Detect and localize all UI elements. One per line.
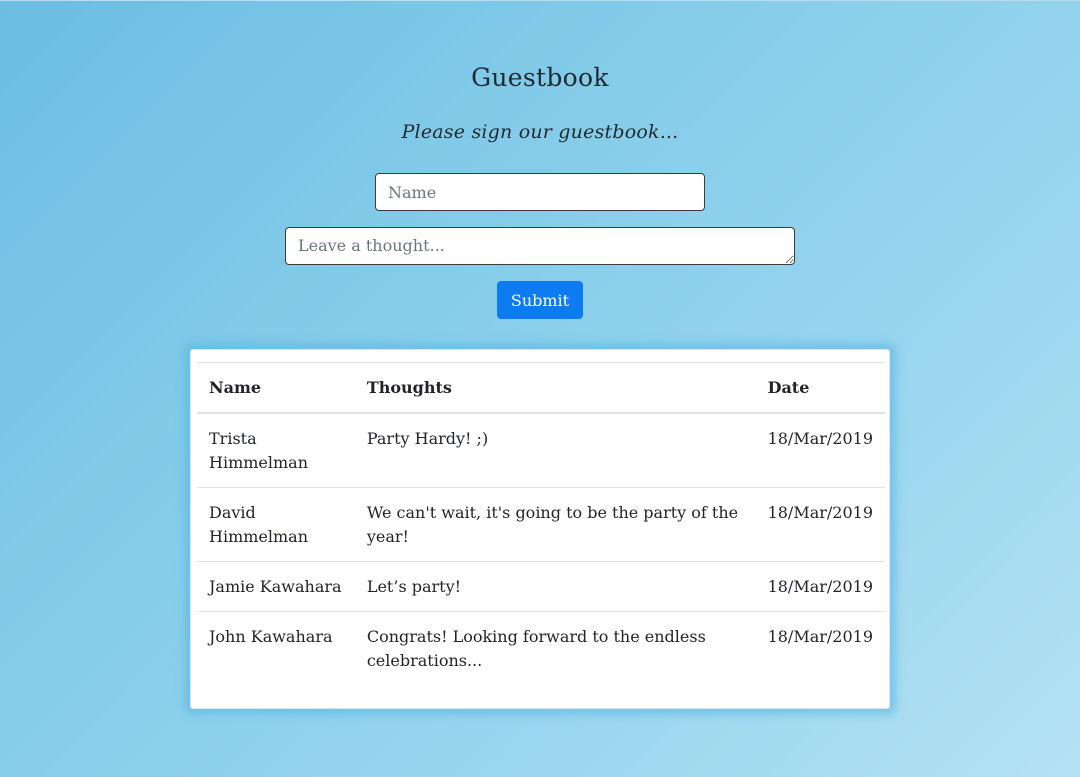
table-row: John Kawahara Congrats! Looking forward … xyxy=(197,611,885,686)
entry-date: 18/Mar/2019 xyxy=(767,577,873,596)
page-title: Guestbook xyxy=(471,63,609,92)
entry-date: 18/Mar/2019 xyxy=(767,503,873,522)
top-border xyxy=(0,0,1080,1)
guestbook-entries-card: Name Thoughts Date Trista Himmelman Part… xyxy=(190,349,890,709)
table-body: Trista Himmelman Party Hardy! ;) 18/Mar/… xyxy=(197,413,885,685)
table-row: David Himmelman We can't wait, it's goin… xyxy=(197,487,885,562)
entry-thought: We can't wait, it's going to be the part… xyxy=(366,503,739,546)
entry-name: David Himmelman xyxy=(209,503,309,546)
thought-textarea[interactable] xyxy=(285,227,795,265)
header-name: Name xyxy=(209,378,262,397)
header-thoughts: Thoughts xyxy=(366,378,452,397)
table-row: Trista Himmelman Party Hardy! ;) 18/Mar/… xyxy=(197,413,885,488)
table-row: Jamie Kawahara Let’s party! 18/Mar/2019 xyxy=(197,561,885,612)
guestbook-table: Name Thoughts Date Trista Himmelman Part… xyxy=(197,362,885,685)
entry-name: John Kawahara xyxy=(209,627,333,646)
entry-thought: Congrats! Looking forward to the endless… xyxy=(366,627,706,670)
entry-date: 18/Mar/2019 xyxy=(767,627,873,646)
table-header: Name Thoughts Date xyxy=(197,362,885,413)
name-input[interactable] xyxy=(375,173,705,211)
page-subtitle: Please sign our guestbook... xyxy=(401,121,679,143)
submit-button[interactable]: Submit xyxy=(497,281,583,319)
table-header-row: Name Thoughts Date xyxy=(197,362,885,413)
entry-thought: Party Hardy! ;) xyxy=(366,429,489,448)
header-date: Date xyxy=(767,378,810,397)
entry-thought: Let’s party! xyxy=(366,577,462,596)
entry-name: Jamie Kawahara xyxy=(209,577,342,596)
entry-name: Trista Himmelman xyxy=(209,429,309,472)
entry-date: 18/Mar/2019 xyxy=(767,429,873,448)
